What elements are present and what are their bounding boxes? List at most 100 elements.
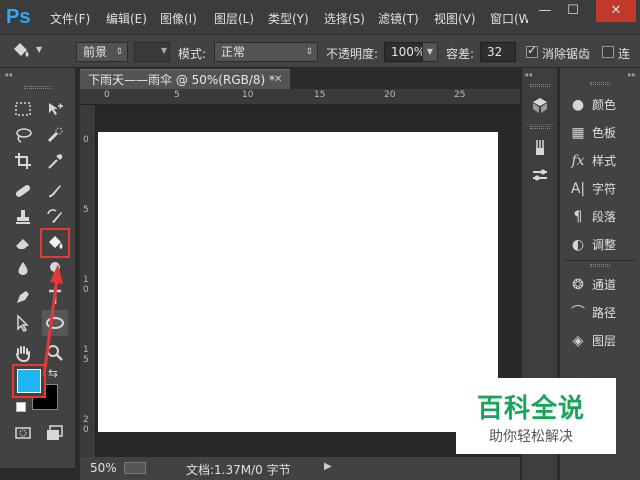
- watermark-logo: 百科全说 助你轻松解决: [456, 378, 616, 454]
- 3d-panel-button[interactable]: [527, 92, 553, 118]
- panel-grip[interactable]: [590, 82, 610, 85]
- tolerance-input[interactable]: 32: [480, 42, 516, 62]
- lasso-tool[interactable]: [10, 122, 36, 148]
- healing-brush-tool[interactable]: [10, 178, 36, 204]
- eyedropper-icon: [48, 154, 63, 169]
- hand-tool[interactable]: [10, 340, 36, 366]
- marquee-tool[interactable]: [10, 96, 36, 122]
- tool-preset-picker[interactable]: ▼: [8, 39, 44, 65]
- crop-tool[interactable]: [10, 148, 36, 174]
- quick-mask-icon: [15, 427, 31, 439]
- ruler-tick: 20: [384, 90, 396, 100]
- tool-presets-button[interactable]: [527, 162, 553, 188]
- menu-layer[interactable]: 图层(L): [214, 10, 254, 27]
- opacity-input[interactable]: 100%: [384, 42, 425, 62]
- ruler-tick: 10: [242, 90, 254, 100]
- photoshop-logo: Ps: [6, 6, 31, 28]
- close-button[interactable]: ✕: [596, 0, 636, 22]
- menu-bar: Ps 文件(F) 编辑(E) 图像(I) 图层(L) 类型(Y) 选择(S) 滤…: [0, 0, 640, 34]
- menu-image[interactable]: 图像(I): [160, 10, 197, 27]
- panel-grip[interactable]: [530, 126, 550, 129]
- foreground-color-swatch[interactable]: [17, 369, 41, 393]
- history-brush-tool[interactable]: [42, 204, 68, 230]
- menu-window[interactable]: 窗口(W: [490, 10, 528, 27]
- menu-file[interactable]: 文件(F): [50, 10, 90, 27]
- quick-select-tool[interactable]: [42, 122, 68, 148]
- layers-icon: ◈: [572, 333, 584, 349]
- panel-color[interactable]: ● 颜色: [568, 92, 640, 118]
- panel-label: 调整: [592, 238, 617, 252]
- panel-paragraph[interactable]: ¶ 段落: [568, 204, 640, 230]
- menu-view[interactable]: 视图(V): [434, 10, 476, 27]
- brush-presets-button[interactable]: [527, 134, 553, 160]
- tools-panel: ◂◂ ⇆: [0, 68, 76, 468]
- mode-value: 正常: [221, 45, 246, 59]
- brush-tool[interactable]: [42, 178, 68, 204]
- menu-edit[interactable]: 编辑(E): [106, 10, 147, 27]
- panel-swatches[interactable]: ▦ 色板: [568, 120, 640, 146]
- mode-dropdown[interactable]: 正常 ⇕: [214, 42, 318, 62]
- zoom-preview-icon[interactable]: [124, 462, 146, 474]
- panel-styles[interactable]: fx 样式: [568, 148, 640, 174]
- expand-arrows-icon[interactable]: ▸▸: [628, 70, 636, 79]
- pen-icon: [17, 291, 29, 303]
- options-bar: ▼ 前景 ⇕ ▼ 模式: 正常 ⇕ 不透明度: 100% ▼ 容差: 32 ✓ …: [0, 34, 640, 68]
- updown-icon: ⇕: [305, 47, 313, 57]
- maximize-button[interactable]: ☐: [558, 0, 588, 22]
- clone-stamp-tool[interactable]: [10, 204, 36, 230]
- move-tool[interactable]: [42, 96, 68, 122]
- eraser-tool[interactable]: [10, 230, 36, 256]
- collapse-arrows-icon[interactable]: ◂◂: [4, 70, 12, 79]
- panel-channels[interactable]: ❂ 通道: [568, 272, 640, 298]
- blur-tool[interactable]: [10, 256, 36, 282]
- minimize-button[interactable]: —: [530, 0, 560, 22]
- screen-mode-icon: [47, 425, 63, 440]
- foreground-highlight: [12, 364, 46, 398]
- pen-tool[interactable]: [10, 284, 36, 310]
- brush-presets-icon: [536, 140, 544, 155]
- swap-colors-icon[interactable]: ⇆: [48, 366, 58, 380]
- dodge-tool[interactable]: [42, 256, 68, 282]
- panel-character[interactable]: A| 字符: [568, 176, 640, 202]
- screen-mode-button[interactable]: [42, 420, 68, 446]
- panel-paths[interactable]: ⌒ 路径: [568, 300, 640, 326]
- ellipse-tool[interactable]: [42, 310, 68, 336]
- close-tab-icon[interactable]: ✕: [274, 70, 282, 90]
- menu-select[interactable]: 选择(S): [324, 10, 365, 27]
- ruler-tick: 1 5: [83, 345, 89, 365]
- panel-label: 色板: [592, 126, 617, 140]
- document-tab[interactable]: 下雨天——雨伞 @ 50%(RGB/8) * ✕: [80, 69, 290, 89]
- mode-label: 模式:: [178, 47, 207, 61]
- default-colors-icon[interactable]: [16, 402, 26, 412]
- fill-source-value: 前景: [83, 45, 108, 59]
- bandage-icon: [15, 185, 31, 197]
- magnifier-icon: [47, 345, 63, 361]
- pattern-picker[interactable]: ▼: [134, 42, 170, 62]
- antialias-checkbox[interactable]: ✓: [526, 43, 538, 58]
- crop-icon: [15, 153, 31, 169]
- quick-mask-button[interactable]: [10, 420, 36, 446]
- zoom-tool[interactable]: [42, 340, 68, 366]
- fill-source-dropdown[interactable]: 前景 ⇕: [76, 42, 128, 62]
- pilcrow-icon: ¶: [573, 209, 583, 225]
- panel-adjustments[interactable]: ◐ 调整: [568, 232, 640, 258]
- collapse-arrows-icon[interactable]: ◂◂: [524, 70, 532, 79]
- status-menu-arrow-icon[interactable]: ▶: [324, 461, 332, 472]
- opacity-dropdown-toggle[interactable]: ▼: [422, 42, 438, 62]
- panel-layers[interactable]: ◈ 图层: [568, 328, 640, 354]
- panel-grip[interactable]: [590, 264, 610, 267]
- panel-grip[interactable]: [24, 86, 52, 89]
- document-canvas[interactable]: [98, 132, 498, 432]
- zoom-level[interactable]: 50%: [90, 461, 117, 475]
- watermark-subtitle: 助你轻松解决: [489, 429, 573, 445]
- menu-type[interactable]: 类型(Y): [268, 10, 309, 27]
- type-tool[interactable]: [42, 284, 68, 310]
- contiguous-checkbox[interactable]: [602, 46, 614, 58]
- paint-bucket-tool[interactable]: [40, 228, 70, 258]
- ruler-tick: 0: [104, 90, 110, 100]
- path-selection-tool[interactable]: [10, 310, 36, 336]
- eyedropper-tool[interactable]: [42, 148, 68, 174]
- menu-filter[interactable]: 滤镜(T): [378, 10, 419, 27]
- panel-label: 段落: [592, 210, 617, 224]
- panel-grip[interactable]: [530, 84, 550, 87]
